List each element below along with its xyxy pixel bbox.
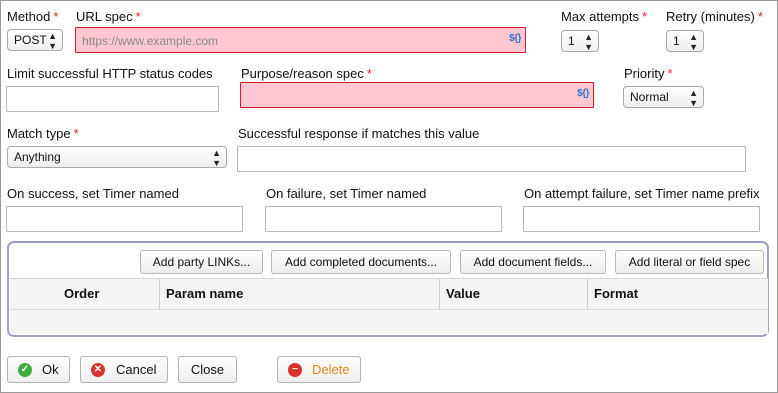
- purpose-input[interactable]: ${}: [240, 82, 594, 108]
- column-param-name[interactable]: Param name: [160, 279, 440, 309]
- retry-select[interactable]: 1 ▲ ▼: [666, 30, 704, 52]
- x-circle-icon: ✕: [91, 363, 105, 377]
- close-button[interactable]: Close: [178, 356, 237, 383]
- column-value[interactable]: Value: [440, 279, 588, 309]
- retry-label: Retry (minutes) *: [666, 9, 763, 24]
- method-label: Method *: [7, 9, 59, 24]
- url-spec-label: URL spec *: [76, 9, 141, 24]
- max-attempts-label: Max attempts *: [561, 9, 648, 24]
- add-party-links-button[interactable]: Add party LINKs...: [140, 250, 263, 274]
- match-type-select[interactable]: Anything ▲ ▼: [7, 146, 227, 168]
- params-table-header: Order Param name Value Format: [10, 279, 768, 310]
- params-table-empty-row: [10, 310, 768, 334]
- minus-circle-icon: −: [288, 363, 302, 377]
- limit-status-label: Limit successful HTTP status codes: [7, 66, 213, 81]
- delete-button[interactable]: − Delete: [277, 356, 361, 383]
- ok-button[interactable]: ✓ Ok: [7, 356, 70, 383]
- params-table: Order Param name Value Format: [10, 278, 768, 334]
- priority-label: Priority *: [624, 66, 673, 81]
- priority-select[interactable]: Normal ▲ ▼: [623, 86, 704, 108]
- add-literal-field-spec-button[interactable]: Add literal or field spec: [615, 250, 764, 274]
- expression-icon[interactable]: ${}: [577, 88, 589, 99]
- check-circle-icon: ✓: [18, 363, 32, 377]
- up-down-arrows-icon: ▲ ▼: [212, 148, 221, 168]
- up-down-arrows-icon: ▲ ▼: [584, 32, 593, 52]
- max-attempts-select[interactable]: 1 ▲ ▼: [561, 30, 599, 52]
- cancel-button[interactable]: ✕ Cancel: [80, 356, 168, 383]
- column-format[interactable]: Format: [588, 279, 768, 309]
- column-order[interactable]: Order: [10, 279, 160, 309]
- on-attempt-failure-label: On attempt failure, set Timer name prefi…: [524, 186, 760, 201]
- on-attempt-failure-input[interactable]: [523, 206, 760, 232]
- add-completed-documents-button[interactable]: Add completed documents...: [271, 250, 451, 274]
- method-select[interactable]: POST ▲ ▼: [7, 29, 63, 51]
- success-value-label: Successful response if matches this valu…: [238, 126, 480, 141]
- on-success-input[interactable]: [6, 206, 243, 232]
- on-success-label: On success, set Timer named: [7, 186, 179, 201]
- add-document-fields-button[interactable]: Add document fields...: [460, 250, 606, 274]
- expression-icon[interactable]: ${}: [509, 33, 521, 44]
- purpose-label: Purpose/reason spec *: [241, 66, 372, 81]
- up-down-arrows-icon: ▲ ▼: [689, 32, 698, 52]
- up-down-arrows-icon: ▲ ▼: [689, 88, 698, 108]
- on-failure-label: On failure, set Timer named: [266, 186, 427, 201]
- url-spec-input[interactable]: https://www.example.com ${}: [75, 27, 526, 53]
- match-type-label: Match type *: [7, 126, 79, 141]
- on-failure-input[interactable]: [265, 206, 502, 232]
- up-down-arrows-icon: ▲ ▼: [48, 31, 57, 51]
- limit-status-input[interactable]: [6, 86, 219, 112]
- url-spec-placeholder: https://www.example.com: [82, 34, 219, 48]
- success-value-input[interactable]: [237, 146, 746, 172]
